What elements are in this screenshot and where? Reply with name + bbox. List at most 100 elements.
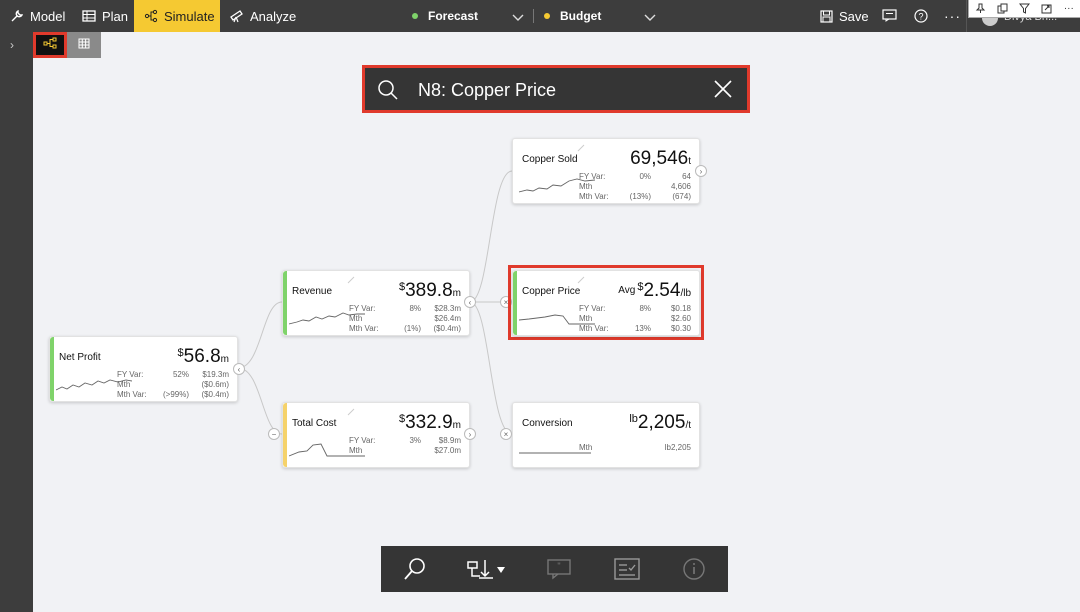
stat-pct: (13%) <box>629 192 651 201</box>
stat-row: Mth 4,606 <box>579 182 691 192</box>
stat-amount: $28.3m <box>434 304 461 313</box>
chevron-down-icon[interactable] <box>512 10 524 25</box>
stat-row: FY Var: 0% 64 <box>579 172 691 182</box>
scenario-forecast[interactable]: Forecast <box>412 0 478 32</box>
stat-amount: $0.18 <box>670 304 691 313</box>
node-amount: 2.54 <box>643 280 681 301</box>
edit-icon[interactable] <box>347 271 355 284</box>
sparkline <box>289 443 365 457</box>
search-input[interactable]: N8: Copper Price <box>418 80 556 101</box>
bottom-toolbar: " <box>381 546 728 592</box>
pin-icon[interactable] <box>973 2 987 16</box>
expand-handle[interactable]: › <box>695 165 707 177</box>
stat-row: Mth ($0.6m) <box>117 380 229 390</box>
node-title: Conversion <box>522 418 573 429</box>
stat-row: FY Var: 8% $0.18 <box>579 304 691 314</box>
stat-pct: 8% <box>639 304 651 313</box>
tree-view-tab[interactable] <box>33 32 67 58</box>
more-icon[interactable]: ··· <box>944 8 961 24</box>
node-stats: FY Var: 8% $0.18 Mth $2.60 Mth Var: 13% $0.30 <box>579 304 691 334</box>
edit-icon[interactable] <box>577 139 585 152</box>
stat-amount: $27.0m <box>434 446 461 455</box>
checklist-icon[interactable] <box>607 549 647 589</box>
scenario-budget[interactable]: Budget <box>544 0 601 32</box>
copy-icon[interactable] <box>995 2 1009 16</box>
stat-row: FY Var: 52% $19.3m <box>117 370 229 380</box>
grid-view-tab[interactable] <box>67 32 101 58</box>
node-revenue[interactable]: Revenue $389.8m FY Var: 8% $28.3m Mth $26.4… <box>282 270 470 336</box>
edit-icon[interactable] <box>577 271 585 284</box>
stat-amount: lb2,205 <box>664 443 691 452</box>
node-value: lb2,205/t <box>629 412 691 434</box>
node-stats: FY Var: 3% $8.9m Mth $27.0m <box>349 436 461 456</box>
left-rail: › <box>0 32 33 612</box>
close-icon[interactable] <box>713 79 733 104</box>
node-net-profit[interactable]: Net Profit $56.8m FY Var: 52% $19.3m Mth ($… <box>49 336 238 402</box>
save-label: Save <box>839 8 869 24</box>
help-icon[interactable]: ? <box>914 9 928 26</box>
save-button[interactable]: Save <box>820 0 869 32</box>
table-icon <box>82 10 96 22</box>
focus-mode-icon[interactable] <box>1040 2 1054 16</box>
stat-row: FY Var: 3% $8.9m <box>349 436 461 446</box>
tree-icon <box>43 36 57 54</box>
node-value: 69,546t <box>630 148 691 170</box>
node-copper-price[interactable]: Copper Price Avg $2.54/lb FY Var: 8% $0.18 … <box>512 270 700 336</box>
sparkline <box>519 452 591 454</box>
more-icon[interactable]: ··· <box>1062 2 1076 16</box>
stat-amount: $2.60 <box>670 314 691 323</box>
sparkline <box>289 312 365 325</box>
stat-amount: $8.9m <box>438 436 461 445</box>
collapse-handle[interactable]: ‹ <box>464 296 476 308</box>
comment-icon[interactable]: " <box>539 549 579 589</box>
stat-row: Mth lb2,205 <box>579 443 691 453</box>
collapse-handle[interactable]: ‹ <box>233 363 245 375</box>
node-value: $56.8m <box>178 346 229 368</box>
node-unit: m <box>452 420 461 431</box>
stat-amount: (674) <box>672 192 691 201</box>
divider <box>966 0 967 32</box>
node-prefix: Avg <box>618 285 636 296</box>
status-bar <box>50 337 54 401</box>
node-value: $332.9m <box>399 412 461 434</box>
stat-pct <box>385 314 421 324</box>
chevron-right-icon[interactable]: › <box>10 38 14 52</box>
info-icon[interactable] <box>674 549 714 589</box>
node-amount: 389.8 <box>405 280 453 301</box>
node-total-cost[interactable]: Total Cost $332.9m FY Var: 3% $8.9m Mth $27… <box>282 402 470 468</box>
sparkline <box>519 314 595 325</box>
node-search-bar[interactable]: N8: Copper Price <box>362 65 750 113</box>
search-icon[interactable] <box>395 549 435 589</box>
simulate-icon <box>144 9 158 23</box>
analyze-tab[interactable]: Analyze <box>229 0 296 32</box>
stat-amount: 64 <box>682 172 691 181</box>
node-title: Net Profit <box>59 352 101 363</box>
node-unit: /t <box>685 420 691 431</box>
collapse-handle[interactable]: › <box>464 428 476 440</box>
simulate-tab[interactable]: Simulate <box>134 0 220 32</box>
scenario-forecast-label: Forecast <box>428 9 479 23</box>
filter-icon[interactable] <box>1017 2 1031 16</box>
node-value: $389.8m <box>399 280 461 302</box>
analyze-label: Analyze <box>250 8 297 24</box>
plan-tab[interactable]: Plan <box>82 0 128 32</box>
sort-down-icon[interactable] <box>462 549 512 589</box>
simulate-label: Simulate <box>164 8 215 24</box>
stat-row: FY Var: 8% $28.3m <box>349 304 461 314</box>
sparkline <box>519 178 595 193</box>
comment-icon[interactable] <box>882 9 897 25</box>
edit-icon[interactable] <box>347 403 355 416</box>
model-label: Model <box>30 8 66 24</box>
model-tab[interactable]: Model <box>10 0 65 32</box>
stat-pct: 13% <box>634 324 651 333</box>
stat-amount: $0.30 <box>670 324 691 333</box>
stat-pct <box>153 380 189 390</box>
stat-amount: 4,606 <box>670 182 691 191</box>
node-stats: FY Var: 0% 64 Mth 4,606 Mth Var: (13%) (674) <box>579 172 691 202</box>
stat-pct <box>615 314 651 324</box>
sparkline <box>56 379 132 391</box>
node-conversion[interactable]: Conversion lb2,205/t Mth lb2,205 <box>512 402 700 468</box>
chevron-down-icon[interactable] <box>644 10 656 25</box>
node-copper-sold[interactable]: Copper Sold 69,546t FY Var: 0% 64 Mth 4,606… <box>512 138 700 204</box>
node-amount: 2,205 <box>637 412 686 433</box>
